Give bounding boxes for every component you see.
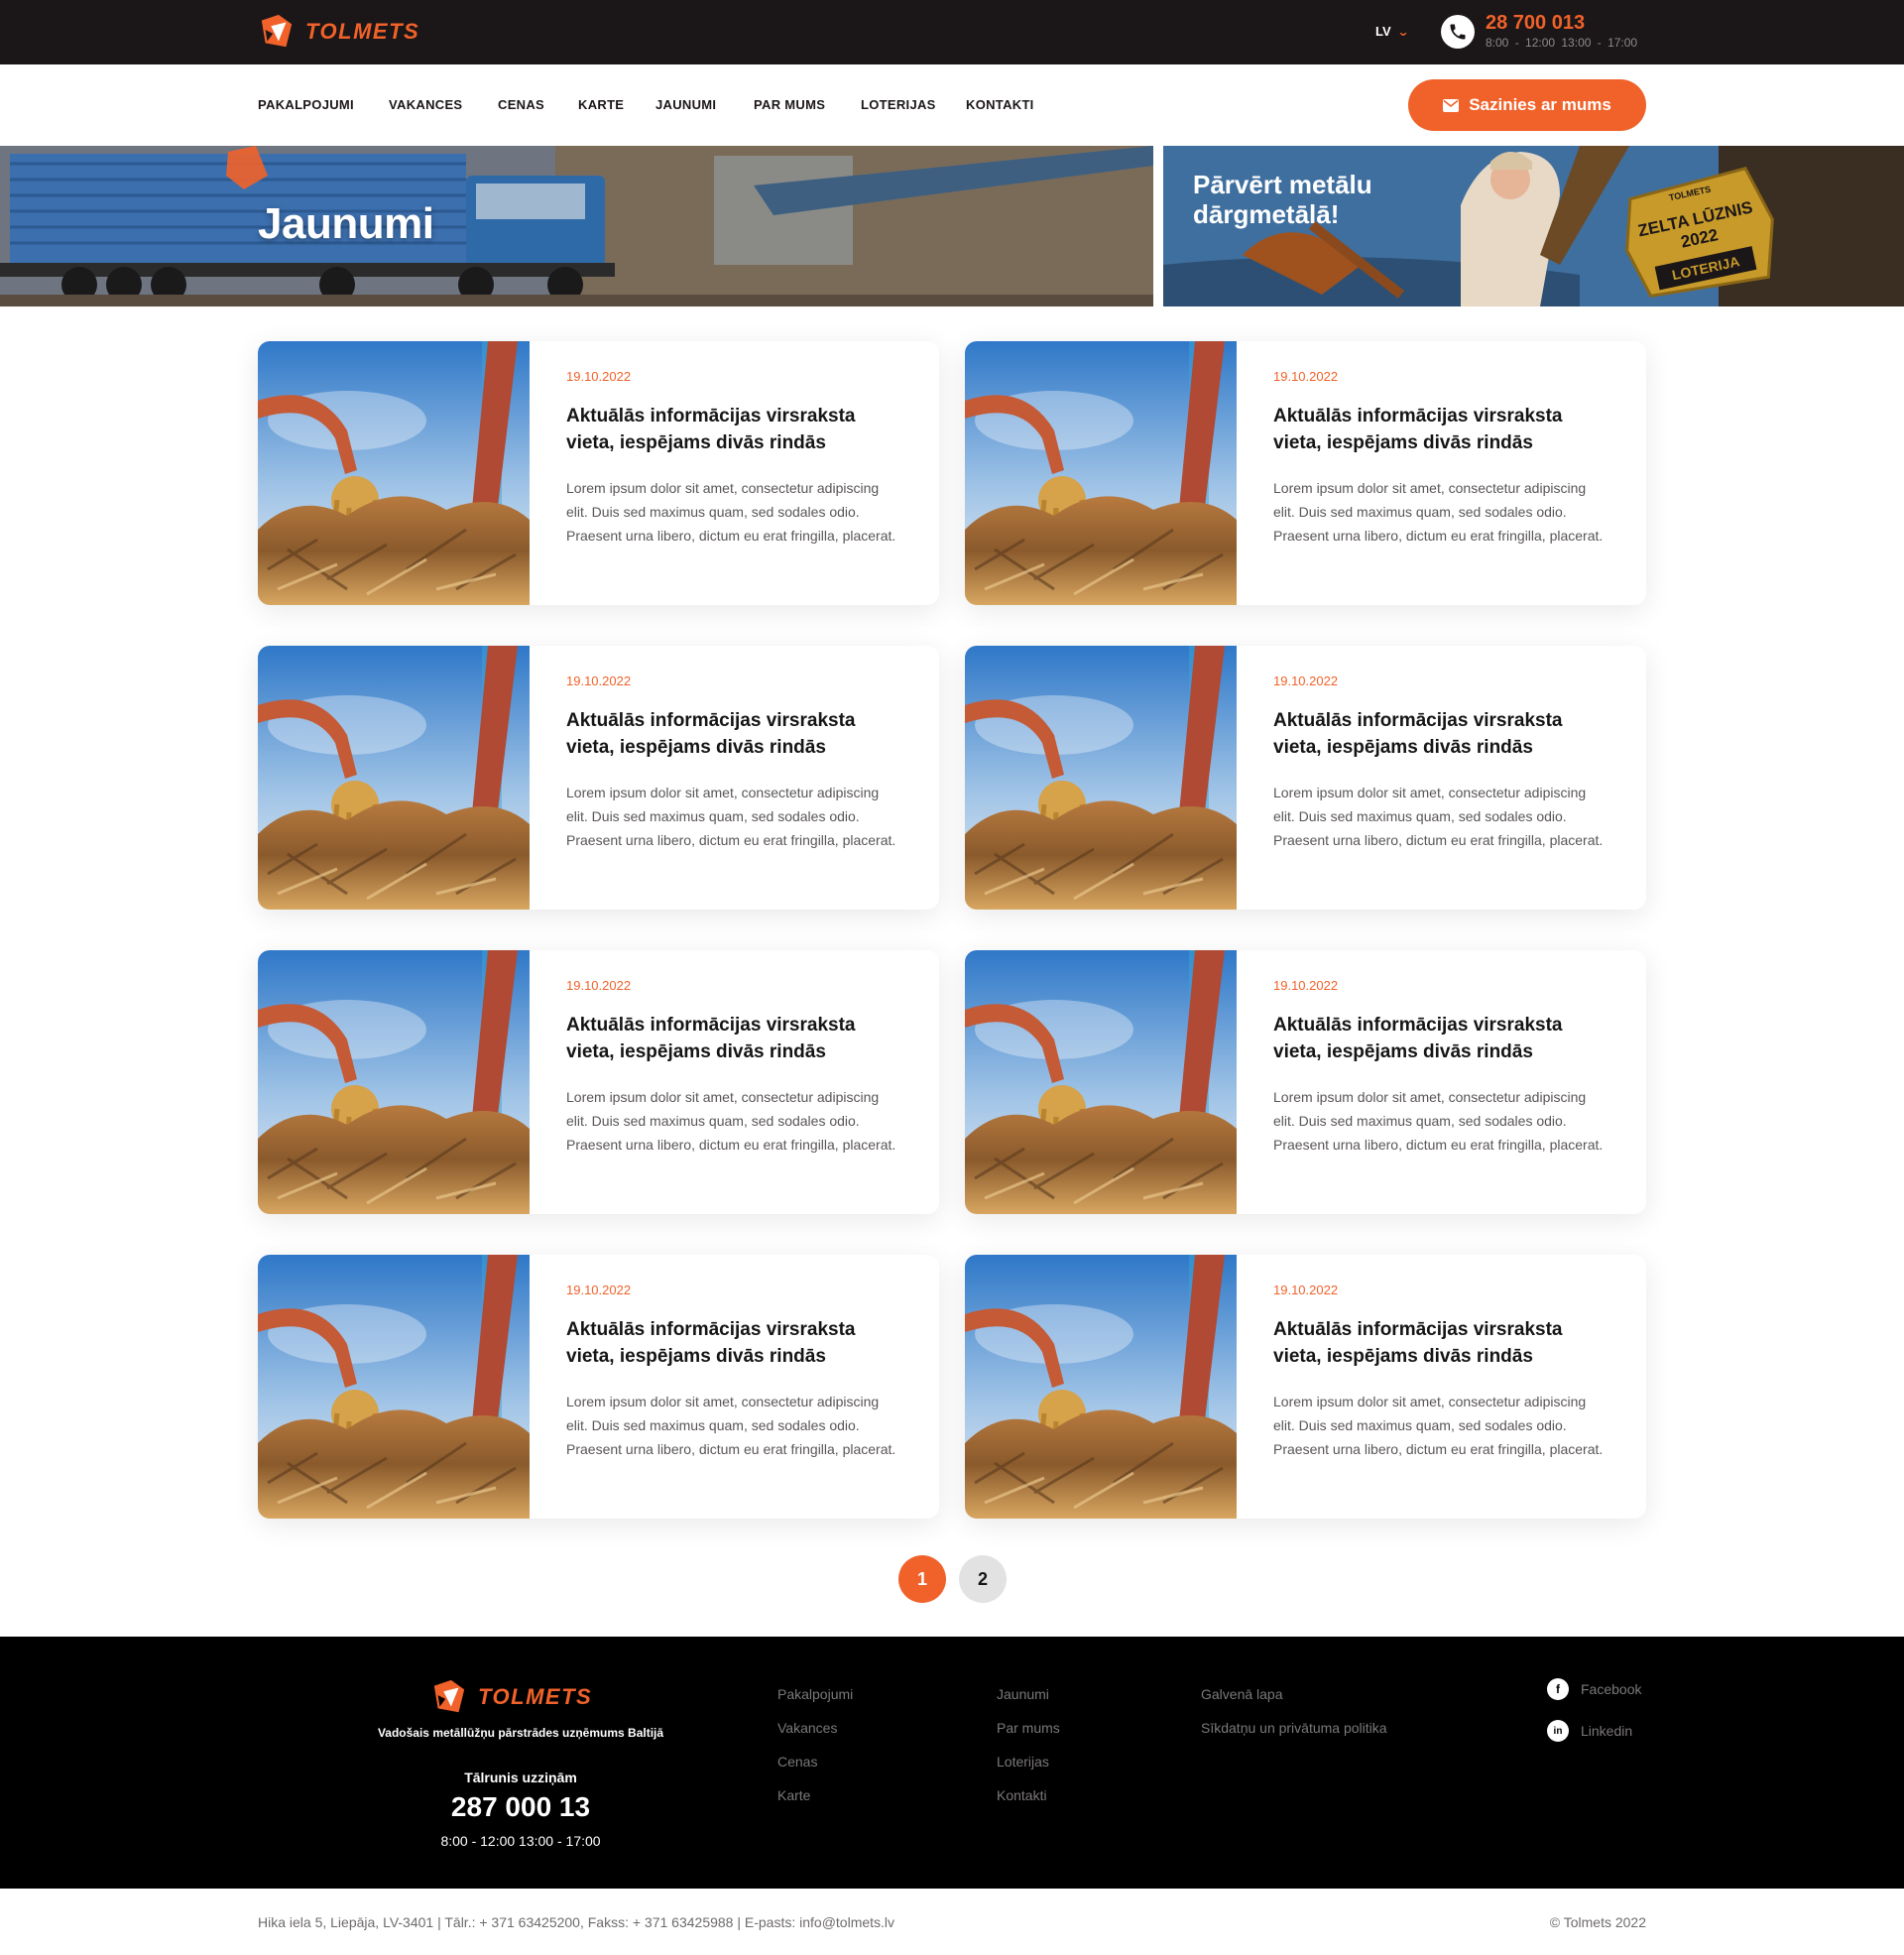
- news-title[interactable]: Aktuālās informācijas virsraksta vieta, …: [1273, 1012, 1610, 1065]
- news-card[interactable]: 19.10.2022 Aktuālās informācijas virsrak…: [965, 341, 1646, 605]
- page-title: Jaunumi: [258, 199, 434, 248]
- news-date: 19.10.2022: [566, 978, 632, 993]
- nav-item-par-mums[interactable]: PAR MUMS: [754, 97, 825, 112]
- news-date: 19.10.2022: [1273, 369, 1339, 384]
- footer-link-loterijas[interactable]: Loterijas: [997, 1754, 1049, 1770]
- news-excerpt: Lorem ipsum dolor sit amet, consectetur …: [1273, 1394, 1604, 1457]
- footer-link-par-mums[interactable]: Par mums: [997, 1720, 1060, 1736]
- news-title[interactable]: Aktuālās informācijas virsraksta vieta, …: [566, 707, 903, 761]
- copyright: © Tolmets 2022: [1549, 1914, 1646, 1930]
- footer-link-home[interactable]: Galvenā lapa: [1201, 1686, 1283, 1702]
- nav-item-vakances[interactable]: VAKANCES: [389, 97, 462, 112]
- news-card[interactable]: 19.10.2022 Aktuālās informācijas virsrak…: [258, 646, 939, 910]
- chevron-down-icon: ⌄: [1396, 24, 1410, 39]
- nav-item-pakalpojumi[interactable]: PAKALPOJUMI: [258, 97, 354, 112]
- contact-us-label: Sazinies ar mums: [1469, 95, 1611, 114]
- news-excerpt: Lorem ipsum dolor sit amet, consectetur …: [1273, 480, 1604, 544]
- nav-item-jaunumi[interactable]: JAUNUMI: [655, 97, 716, 112]
- nav-item-cenas[interactable]: CENAS: [498, 97, 544, 112]
- footer-link-privacy-policy[interactable]: Sīkdatņu un privātuma politika: [1201, 1720, 1387, 1736]
- news-card-image: [258, 646, 530, 910]
- news-card[interactable]: 19.10.2022 Aktuālās informācijas virsrak…: [965, 950, 1646, 1214]
- footer-tagline: Vadošais metāllūžņu pārstrādes uzņēmums …: [377, 1726, 664, 1740]
- news-title[interactable]: Aktuālās informācijas virsraksta vieta, …: [566, 403, 903, 456]
- language-selector[interactable]: LV ⌄: [1375, 24, 1410, 39]
- footer-link-jaunumi[interactable]: Jaunumi: [997, 1686, 1049, 1702]
- phone-icon[interactable]: [1441, 15, 1475, 49]
- news-date: 19.10.2022: [566, 1283, 632, 1297]
- footer-link-cenas[interactable]: Cenas: [777, 1754, 817, 1770]
- news-card-image: [258, 950, 530, 1214]
- facebook-label: Facebook: [1581, 1681, 1642, 1697]
- footer: TOLMETS Vadošais metāllūžņu pārstrādes u…: [0, 1637, 1904, 1889]
- news-excerpt: Lorem ipsum dolor sit amet, consectetur …: [1273, 1089, 1604, 1153]
- news-card-image: [965, 950, 1237, 1214]
- hero-banner: Jaunumi: [0, 146, 1153, 306]
- company-address: Hika iela 5, Liepāja, LV-3401 | Tālr.: +…: [258, 1914, 895, 1930]
- footer-link-vakances[interactable]: Vakances: [777, 1720, 837, 1736]
- news-card-image: [965, 646, 1237, 910]
- header-working-hours: 8:00 - 12:00 13:00 - 17:00: [1486, 36, 1638, 50]
- header-phone-number[interactable]: 28 700 013: [1486, 12, 1585, 35]
- news-excerpt: Lorem ipsum dolor sit amet, consectetur …: [566, 785, 896, 848]
- linkedin-link[interactable]: in Linkedin: [1547, 1720, 1632, 1742]
- nav-item-loterijas[interactable]: LOTERIJAS: [861, 97, 936, 112]
- nav-item-karte[interactable]: KARTE: [578, 97, 624, 112]
- contact-us-button[interactable]: Sazinies ar mums: [1408, 79, 1646, 131]
- news-title[interactable]: Aktuālās informācijas virsraksta vieta, …: [1273, 1316, 1610, 1370]
- news-excerpt: Lorem ipsum dolor sit amet, consectetur …: [566, 480, 896, 544]
- news-card[interactable]: 19.10.2022 Aktuālās informācijas virsrak…: [258, 341, 939, 605]
- bottom-bar: Hika iela 5, Liepāja, LV-3401 | Tālr.: +…: [0, 1889, 1904, 1955]
- facebook-link[interactable]: f Facebook: [1547, 1678, 1641, 1700]
- lottery-promo-banner[interactable]: Pārvērt metālu dārgmetālā! TOLMETS ZELTA…: [1163, 146, 1904, 306]
- news-date: 19.10.2022: [1273, 978, 1339, 993]
- hero-truck-image: [0, 146, 1153, 306]
- facebook-icon: f: [1547, 1678, 1569, 1700]
- footer-logo[interactable]: TOLMETS: [430, 1678, 592, 1716]
- news-card[interactable]: 19.10.2022 Aktuālās informācijas virsrak…: [258, 1255, 939, 1519]
- top-bar: TOLMETS LV ⌄ 28 700 013 8:00 - 12:00 13:…: [0, 0, 1904, 64]
- promo-headline: Pārvērt metālu dārgmetālā!: [1193, 170, 1372, 229]
- footer-link-karte[interactable]: Karte: [777, 1787, 810, 1803]
- logo-text: TOLMETS: [305, 19, 420, 44]
- news-excerpt: Lorem ipsum dolor sit amet, consectetur …: [566, 1089, 896, 1153]
- news-card-image: [258, 341, 530, 605]
- footer-working-hours: 8:00 - 12:00 13:00 - 17:00: [440, 1833, 601, 1849]
- news-card[interactable]: 19.10.2022 Aktuālās informācijas virsrak…: [258, 950, 939, 1214]
- news-title[interactable]: Aktuālās informācijas virsraksta vieta, …: [1273, 403, 1610, 456]
- news-card[interactable]: 19.10.2022 Aktuālās informācijas virsrak…: [965, 1255, 1646, 1519]
- news-title[interactable]: Aktuālās informācijas virsraksta vieta, …: [566, 1316, 903, 1370]
- nav-item-kontakti[interactable]: KONTAKTI: [966, 97, 1034, 112]
- pagination-page-1[interactable]: 1: [898, 1555, 946, 1603]
- logo-mark-icon: [261, 14, 293, 48]
- news-date: 19.10.2022: [566, 673, 632, 688]
- pagination-page-2[interactable]: 2: [959, 1555, 1007, 1603]
- linkedin-label: Linkedin: [1581, 1723, 1633, 1739]
- news-card-image: [258, 1255, 530, 1519]
- news-title[interactable]: Aktuālās informācijas virsraksta vieta, …: [566, 1012, 903, 1065]
- news-excerpt: Lorem ipsum dolor sit amet, consectetur …: [1273, 785, 1604, 848]
- news-date: 19.10.2022: [566, 369, 632, 384]
- news-title[interactable]: Aktuālās informācijas virsraksta vieta, …: [1273, 707, 1610, 761]
- footer-link-pakalpojumi[interactable]: Pakalpojumi: [777, 1686, 853, 1702]
- footer-phone-number[interactable]: 287 000 13: [337, 1791, 704, 1823]
- news-date: 19.10.2022: [1273, 673, 1339, 688]
- linkedin-icon: in: [1547, 1720, 1569, 1742]
- news-card-image: [965, 341, 1237, 605]
- main-navigation: PAKALPOJUMI VAKANCES CENAS KARTE JAUNUMI…: [0, 64, 1904, 146]
- logo-text: TOLMETS: [478, 1684, 593, 1709]
- envelope-icon: [1443, 98, 1460, 112]
- news-excerpt: Lorem ipsum dolor sit amet, consectetur …: [566, 1394, 896, 1457]
- news-card-image: [965, 1255, 1237, 1519]
- footer-link-kontakti[interactable]: Kontakti: [997, 1787, 1047, 1803]
- footer-phone-label: Tālrunis uzziņām: [464, 1770, 577, 1785]
- logo[interactable]: TOLMETS: [258, 13, 419, 51]
- news-date: 19.10.2022: [1273, 1283, 1339, 1297]
- language-label: LV: [1375, 24, 1391, 39]
- news-card[interactable]: 19.10.2022 Aktuālās informācijas virsrak…: [965, 646, 1646, 910]
- logo-mark-icon: [433, 1679, 465, 1713]
